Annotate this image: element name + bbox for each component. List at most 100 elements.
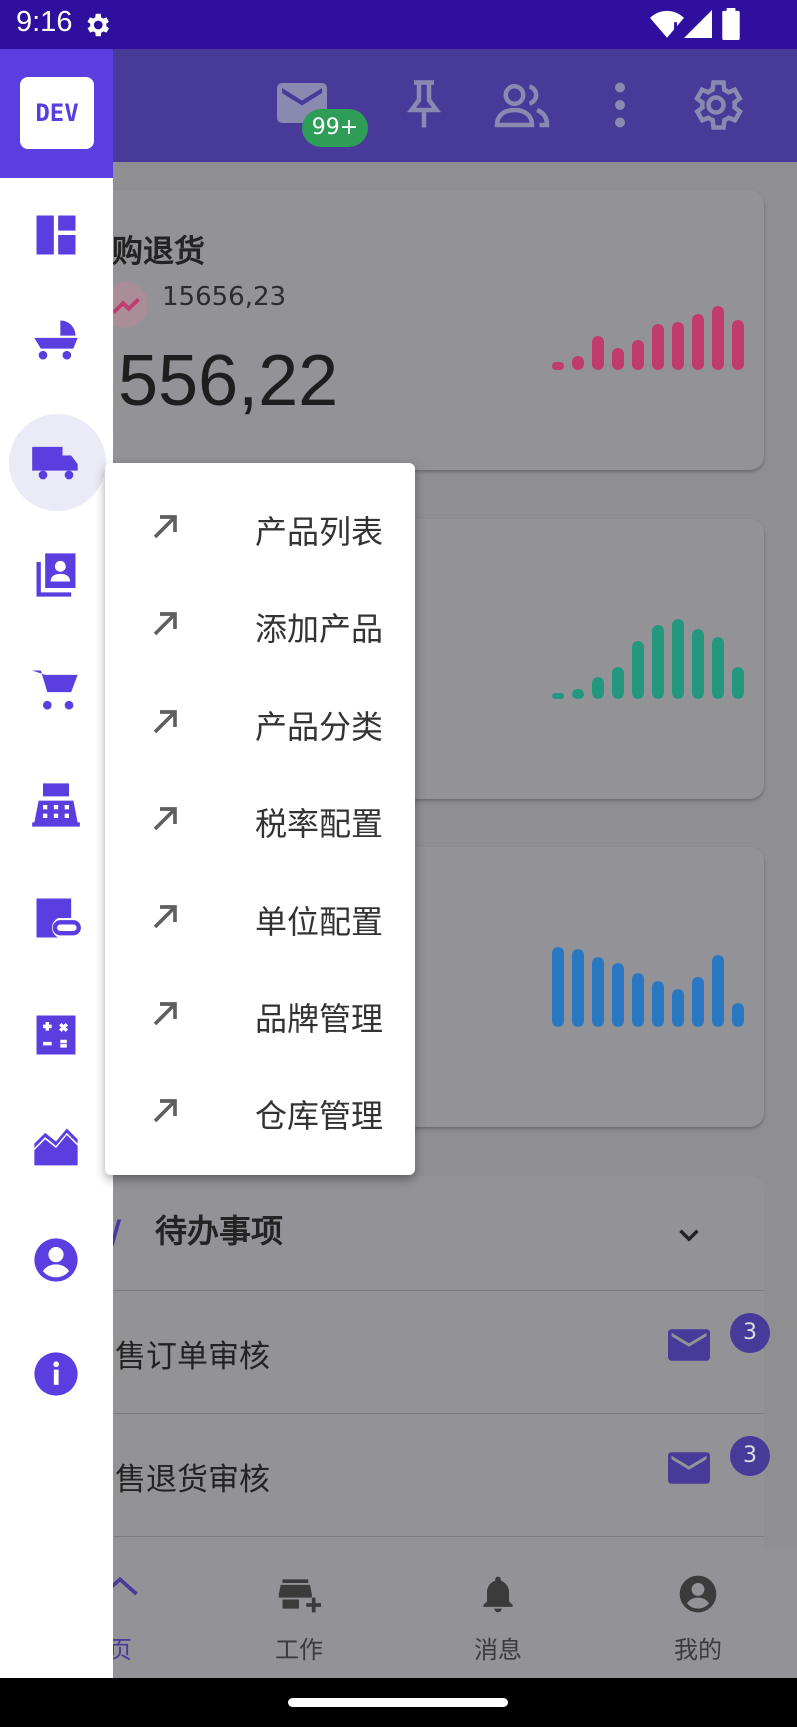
logo-text: DEV: [20, 77, 94, 149]
status-time: 9:16: [16, 6, 73, 38]
cart-icon[interactable]: [30, 664, 82, 716]
nav-label: 我的: [674, 1636, 722, 1664]
mini-bar: [592, 677, 604, 699]
menu-item[interactable]: 税率配置: [105, 771, 415, 868]
menu-item[interactable]: 品牌管理: [105, 966, 415, 1063]
menu-item-label: 产品分类: [254, 708, 383, 746]
mini-bar: [612, 963, 624, 1027]
menu-item[interactable]: 仓库管理: [105, 1063, 415, 1160]
cash-register-icon[interactable]: [30, 779, 82, 831]
nav-profile[interactable]: 我的: [638, 1572, 758, 1665]
mini-bar: [692, 977, 704, 1027]
card-bar-chart: [552, 509, 752, 699]
mini-bar: [632, 340, 644, 370]
arrow-north-east-icon: [153, 710, 177, 734]
contacts-book-icon[interactable]: [30, 549, 82, 601]
todo-row[interactable]: 售订单审核 3: [40, 1290, 770, 1413]
mini-bar: [732, 667, 744, 699]
arrow-north-east-icon: [153, 1099, 177, 1123]
card-big-value: 556,22: [118, 341, 339, 421]
todo-count-badge: 3: [730, 1436, 770, 1476]
mini-bar: [712, 637, 724, 699]
mini-bar: [672, 619, 684, 699]
mini-bar: [672, 989, 684, 1027]
mini-bar: [552, 693, 564, 699]
mini-bar: [652, 981, 664, 1027]
menu-item-label: 仓库管理: [254, 1097, 383, 1135]
card-bar-chart: [552, 180, 752, 370]
todo-row-label: 售退货审核: [115, 1462, 270, 1498]
mail-icon: [668, 1329, 710, 1361]
info-icon[interactable]: [30, 1348, 82, 1400]
card-bar-chart: [552, 837, 752, 1027]
status-bar: 9:16: [0, 0, 797, 49]
account-circle-icon[interactable]: [30, 1234, 82, 1286]
area-chart-icon[interactable]: [30, 1122, 82, 1174]
mail-badge: 99+: [302, 109, 368, 147]
mini-bar: [652, 625, 664, 699]
top-app-bar: 99+: [0, 49, 797, 162]
mini-bar: [552, 362, 564, 370]
store-add-icon: [278, 1579, 321, 1613]
mini-bar: [672, 322, 684, 370]
signal-icon: [684, 10, 712, 38]
menu-item-label: 产品列表: [254, 513, 383, 551]
mail-icon: [668, 1452, 710, 1484]
todo-row[interactable]: 售退货审核 3: [40, 1413, 770, 1536]
todo-title: 待办事项: [155, 1212, 284, 1250]
nav-label: 消息: [474, 1636, 522, 1664]
menu-item[interactable]: 产品列表: [105, 479, 415, 576]
nav-label: 工作: [275, 1636, 323, 1664]
menu-item[interactable]: 产品分类: [105, 674, 415, 771]
card-title: 购退货: [112, 234, 205, 270]
chevron-down-icon[interactable]: [672, 1218, 706, 1252]
mini-bar: [732, 1003, 744, 1027]
nav-work[interactable]: 工作: [239, 1572, 359, 1665]
arrow-north-east-icon: [153, 515, 177, 539]
arrow-north-east-icon: [153, 807, 177, 831]
menu-item[interactable]: 添加产品: [105, 576, 415, 673]
menu-item-label: 品牌管理: [254, 1000, 383, 1038]
more-vert-icon[interactable]: [590, 75, 650, 135]
todo-row-label: 售订单审核: [115, 1339, 270, 1375]
mini-bar: [712, 955, 724, 1027]
mini-bar: [692, 629, 704, 699]
app-logo[interactable]: DEV: [0, 49, 113, 178]
mini-bar: [632, 641, 644, 699]
navigation-rail: DEV: [0, 49, 113, 1678]
mini-bar: [552, 947, 564, 1027]
card-sub-value: 15656,23: [162, 282, 287, 312]
mini-bar: [592, 957, 604, 1027]
stat-card-purchase-return[interactable]: 购退货 15656,23 556,22: [40, 190, 764, 470]
menu-item-label: 添加产品: [254, 610, 383, 648]
mini-bar: [732, 320, 744, 370]
menu-item-label: 单位配置: [254, 903, 383, 941]
group-icon[interactable]: [492, 75, 552, 135]
pin-icon[interactable]: [394, 75, 454, 135]
nav-messages[interactable]: 消息: [438, 1572, 558, 1665]
settings-status-icon: [87, 13, 109, 37]
mini-bar: [632, 973, 644, 1027]
dashboard-icon[interactable]: [30, 209, 82, 261]
mini-bar: [572, 356, 584, 370]
account-circle-icon: [679, 1575, 717, 1613]
stroller-icon[interactable]: [30, 314, 82, 366]
system-nav-bar: [0, 1678, 797, 1727]
calculator-icon[interactable]: [30, 1009, 82, 1061]
mini-bar: [692, 314, 704, 370]
products-popup-menu: 产品列表 添加产品 产品分类 税率配置 单位配置 品牌管理 仓库管理: [105, 463, 415, 1175]
truck-icon[interactable]: [30, 436, 82, 488]
mini-bar: [612, 667, 624, 699]
mini-bar: [572, 689, 584, 699]
mini-bar: [592, 336, 604, 370]
link-report-icon[interactable]: [30, 892, 82, 944]
arrow-north-east-icon: [153, 612, 177, 636]
home-gesture-handle[interactable]: [288, 1698, 508, 1707]
settings-icon[interactable]: [686, 75, 746, 135]
mini-bar: [612, 348, 624, 370]
menu-item-label: 税率配置: [254, 805, 383, 843]
arrow-north-east-icon: [153, 905, 177, 929]
arrow-north-east-icon: [153, 1002, 177, 1026]
menu-item[interactable]: 单位配置: [105, 869, 415, 966]
bell-icon: [483, 1576, 513, 1613]
